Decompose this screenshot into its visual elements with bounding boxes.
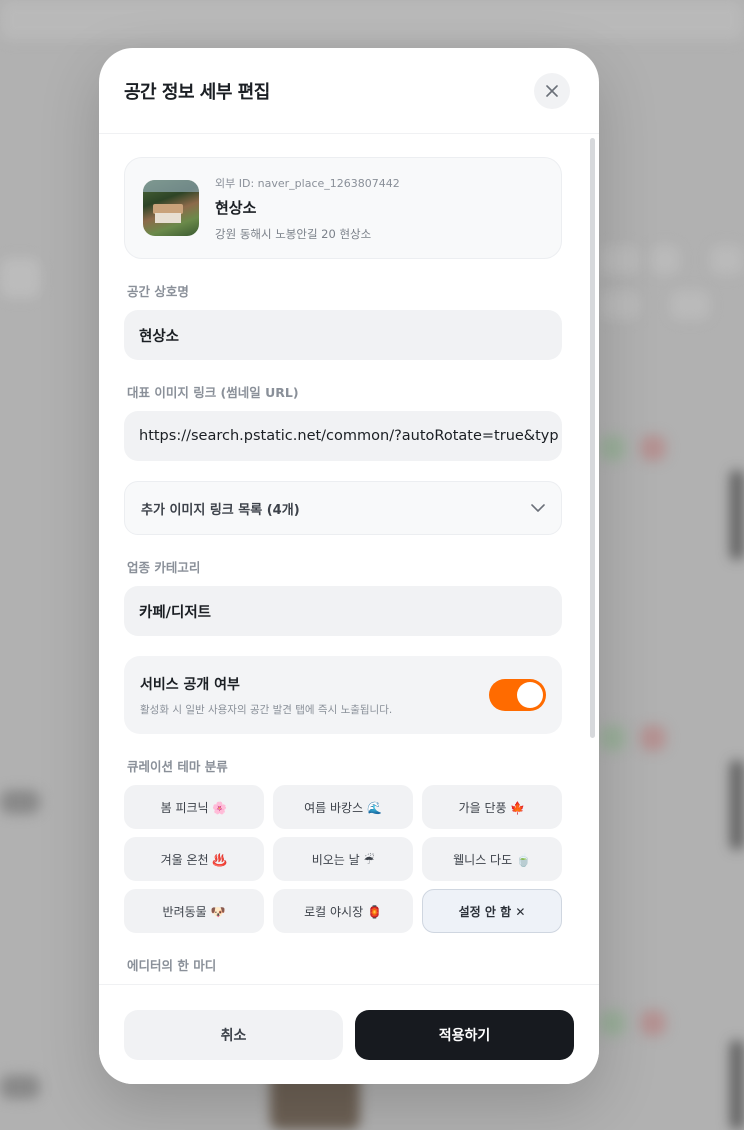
theme-chip[interactable]: 가을 단풍 🍁 — [422, 785, 562, 829]
chevron-down-icon — [531, 504, 545, 512]
theme-chip[interactable]: 봄 피크닉 🌸 — [124, 785, 264, 829]
apply-button[interactable]: 적용하기 — [355, 1009, 574, 1060]
place-name: 현상소 — [215, 198, 257, 217]
visibility-toggle[interactable] — [489, 679, 546, 711]
close-icon — [546, 84, 558, 97]
modal-body[interactable]: 외부 ID: naver_place_1263807442 현상소 강원 동해시… — [99, 134, 599, 984]
theme-chip[interactable]: 여름 바캉스 🌊 — [273, 785, 413, 829]
cancel-button[interactable]: 취소 — [124, 1009, 343, 1060]
place-summary-card: 외부 ID: naver_place_1263807442 현상소 강원 동해시… — [124, 157, 562, 259]
theme-chip[interactable]: 반려동물 🐶 — [124, 889, 264, 933]
modal-footer: 취소 적용하기 — [99, 984, 599, 1084]
visibility-title: 서비스 공개 여부 — [140, 676, 240, 693]
modal-header: 공간 정보 세부 편집 — [99, 48, 599, 134]
name-label: 공간 상호명 — [127, 284, 189, 299]
theme-chip[interactable]: 비오는 날 ☔ — [273, 837, 413, 881]
place-thumbnail — [143, 180, 199, 236]
image-url-input[interactable]: https://search.pstatic.net/common/?autoR… — [124, 411, 562, 461]
extra-images-accordion[interactable]: 추가 이미지 링크 목록 (4개) — [124, 481, 562, 535]
close-button[interactable] — [534, 72, 570, 109]
themes-label: 큐레이션 테마 분류 — [127, 759, 228, 774]
category-label: 업종 카테고리 — [127, 560, 201, 575]
theme-chip[interactable]: 웰니스 다도 🍵 — [422, 837, 562, 881]
edit-space-modal: 공간 정보 세부 편집 외부 ID: naver_place_126380744… — [99, 48, 599, 1084]
theme-chip[interactable]: 로컬 야시장 🏮 — [273, 889, 413, 933]
theme-grid: 봄 피크닉 🌸 여름 바캉스 🌊 가을 단풍 🍁 겨울 온천 ♨️ 비오는 날 … — [124, 785, 562, 933]
visibility-card: 서비스 공개 여부 활성화 시 일반 사용자의 공간 발견 탭에 즉시 노출됩니… — [124, 656, 562, 734]
theme-chip-none[interactable]: 설정 안 함 ✕ — [422, 889, 562, 933]
extra-images-label: 추가 이미지 링크 목록 (4개) — [141, 502, 300, 518]
name-input[interactable]: 현상소 — [124, 310, 562, 360]
toggle-knob — [517, 682, 543, 708]
external-id: 외부 ID: naver_place_1263807442 — [215, 176, 400, 190]
editor-note-label: 에디터의 한 마디 — [127, 958, 217, 973]
modal-title: 공간 정보 세부 편집 — [124, 81, 270, 103]
category-input[interactable]: 카페/디저트 — [124, 586, 562, 636]
place-address: 강원 동해시 노봉안길 20 현상소 — [215, 226, 372, 241]
image-url-label: 대표 이미지 링크 (썸네일 URL) — [127, 385, 299, 400]
scrollbar[interactable] — [590, 138, 595, 738]
visibility-description: 활성화 시 일반 사용자의 공간 발견 탭에 즉시 노출됩니다. — [140, 703, 393, 716]
theme-chip[interactable]: 겨울 온천 ♨️ — [124, 837, 264, 881]
